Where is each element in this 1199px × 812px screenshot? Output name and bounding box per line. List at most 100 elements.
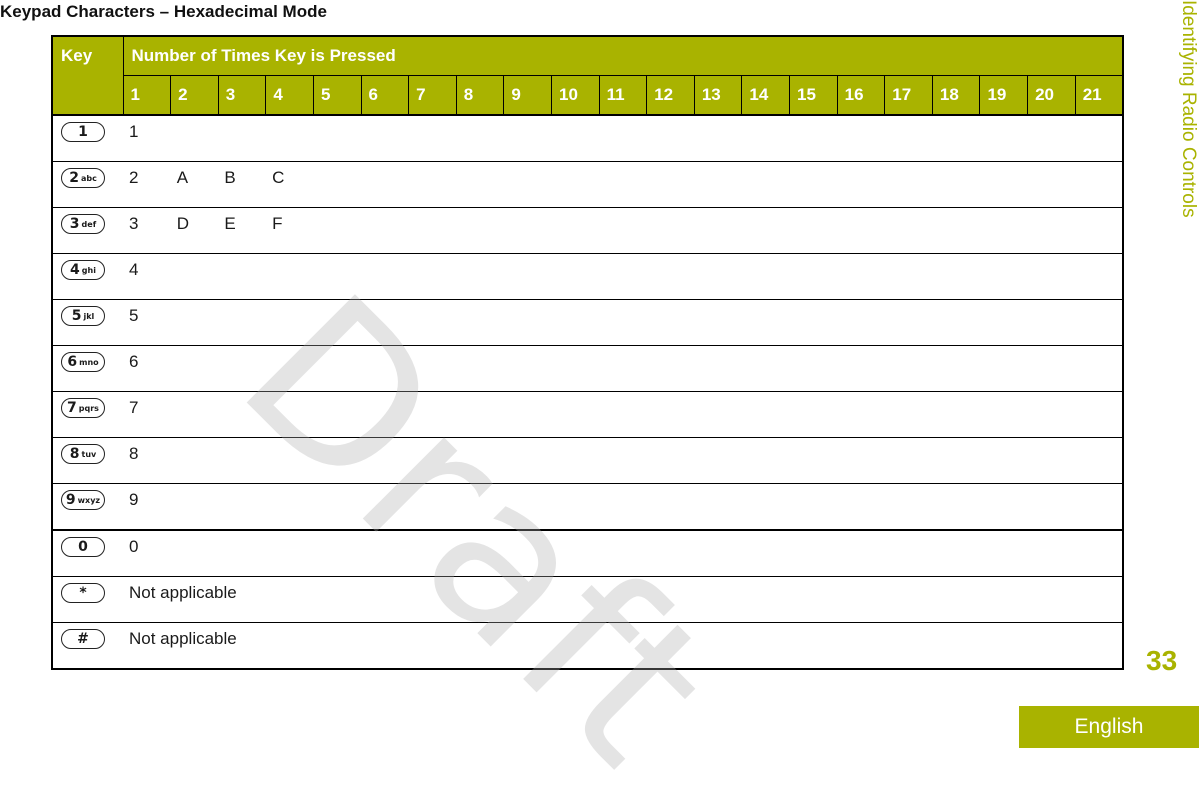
character-press-1: 4 xyxy=(129,259,139,279)
characters-cell: 1 xyxy=(123,114,1123,162)
table-row: # Not applicable xyxy=(52,622,1123,669)
character-press-1: 6 xyxy=(129,351,139,371)
characters-cell: 9 xyxy=(123,483,1123,530)
key-letters: jkl xyxy=(83,312,95,321)
character-press-4: F xyxy=(272,213,283,233)
key-digit: # xyxy=(77,631,89,647)
key-digit: 4 xyxy=(70,262,80,278)
table-row: 8 tuv 8 xyxy=(52,437,1123,484)
character-press-1: 5 xyxy=(129,305,139,325)
press-count-column-6: 6 xyxy=(360,75,409,116)
character-press-1: 9 xyxy=(129,489,139,509)
key-star-icon: * xyxy=(61,583,105,603)
characters-cell: 6 xyxy=(123,345,1123,392)
characters-cell: 3 D E F xyxy=(123,207,1123,254)
table-row: 3 def 3 D E F xyxy=(52,207,1123,254)
press-count-column-14: 14 xyxy=(741,75,790,116)
press-count-column-19: 19 xyxy=(979,75,1028,116)
key-cell: # xyxy=(52,622,123,669)
key-cell: 5 jkl xyxy=(52,299,123,346)
key-1-icon: 1 xyxy=(61,122,105,142)
key-letters: mno xyxy=(79,358,99,367)
key-cell: 1 xyxy=(52,114,123,162)
character-press-2: D xyxy=(176,213,189,233)
press-count-column-5: 5 xyxy=(312,75,362,116)
press-count-column-15: 15 xyxy=(789,75,838,116)
character-press-1: 0 xyxy=(129,536,139,556)
press-count-column-18: 18 xyxy=(931,75,980,116)
key-digit: 9 xyxy=(65,492,76,508)
header-key: Key xyxy=(51,35,124,116)
press-count-column-13: 13 xyxy=(693,75,742,116)
key-cell: 4 ghi xyxy=(52,253,123,300)
header-number-of-presses: Number of Times Key is Pressed xyxy=(122,35,1124,76)
press-count-column-10: 10 xyxy=(550,75,600,116)
key-digit: 2 xyxy=(69,170,79,186)
key-digit: 1 xyxy=(78,124,88,140)
characters-cell: 2 A B C xyxy=(123,161,1123,208)
key-digit: 0 xyxy=(78,539,88,555)
character-press-3: B xyxy=(224,167,236,187)
press-count-column-7: 7 xyxy=(408,75,457,116)
key-digit: 7 xyxy=(67,400,77,416)
key-letters: def xyxy=(81,220,97,229)
characters-cell: 8 xyxy=(123,437,1123,484)
press-count-header-row: 1 2 3 4 5 6 7 8 9 10 11 12 13 14 15 16 17 18 19 20 21 xyxy=(52,75,1123,116)
table-row: 7 pqrs 7 xyxy=(52,391,1123,438)
character-press-4: C xyxy=(272,167,285,187)
press-count-column-11: 11 xyxy=(598,75,647,116)
characters-cell: Not applicable xyxy=(123,576,1123,623)
key-letters: tuv xyxy=(81,450,97,459)
characters-cell: Not applicable xyxy=(123,622,1123,669)
key-5-jkl-icon: 5 jkl xyxy=(61,306,105,326)
key-letters: abc xyxy=(80,174,97,183)
key-cell: 7 pqrs xyxy=(52,391,123,438)
characters-cell: 5 xyxy=(123,299,1123,346)
press-count-column-17: 17 xyxy=(884,75,933,116)
character-press-1: 7 xyxy=(129,397,139,417)
press-count-column-4: 4 xyxy=(265,75,314,116)
not-applicable-note: Not applicable xyxy=(129,628,237,648)
characters-cell: 7 xyxy=(123,391,1123,438)
key-3-def-icon: 3 def xyxy=(61,214,105,234)
characters-cell: 4 xyxy=(123,253,1123,300)
character-press-1: 8 xyxy=(129,443,139,463)
table-row: 00 xyxy=(52,529,1123,577)
key-letters: ghi xyxy=(81,266,96,275)
key-digit: 6 xyxy=(67,354,78,370)
key-digit: * xyxy=(79,585,87,601)
language-tab: English xyxy=(1019,706,1199,748)
key-8-tuv-icon: 8 tuv xyxy=(61,444,105,464)
key-7-pqrs-icon: 7 pqrs xyxy=(61,398,105,418)
press-count-column-21: 21 xyxy=(1074,75,1123,116)
press-count-column-2: 2 xyxy=(170,75,219,116)
character-press-1: 1 xyxy=(129,121,139,141)
key-cell: 0 xyxy=(52,529,123,577)
key-digit: 5 xyxy=(71,308,82,324)
key-9-wxyz-icon: 9 wxyz xyxy=(61,490,105,510)
key-letters: wxyz xyxy=(77,496,101,505)
key-cell: * xyxy=(52,576,123,623)
press-count-column-8: 8 xyxy=(455,75,504,116)
section-side-label: Identifying Radio Controls xyxy=(1178,0,1199,218)
press-count-column-3: 3 xyxy=(217,75,266,116)
key-digit: 8 xyxy=(69,446,80,462)
key-4-ghi-icon: 4 ghi xyxy=(61,260,105,280)
key-cell: 6 mno xyxy=(52,345,123,392)
press-count-column-16: 16 xyxy=(836,75,885,116)
key-0-icon: 0 xyxy=(61,537,105,557)
key-cell: 3 def xyxy=(52,207,123,254)
not-applicable-note: Not applicable xyxy=(129,582,237,602)
press-count-column-20: 20 xyxy=(1027,75,1076,116)
press-count-column-12: 12 xyxy=(646,75,695,116)
keypad-characters-table: Key Number of Times Key is Pressed 12345… xyxy=(51,35,1124,670)
character-press-1: 3 xyxy=(129,213,139,233)
table-row: 5 jkl 5 xyxy=(52,299,1123,346)
key-hash-icon: # xyxy=(61,629,105,649)
table-row: 2 abc 2 A B C xyxy=(52,161,1123,208)
page-title: Keypad Characters – Hexadecimal Mode xyxy=(0,2,327,21)
table-row: 9 wxyz 9 xyxy=(52,483,1123,530)
characters-cell: 0 xyxy=(123,529,1123,577)
key-2-abc-icon: 2 abc xyxy=(61,168,105,188)
character-press-3: E xyxy=(224,213,236,233)
